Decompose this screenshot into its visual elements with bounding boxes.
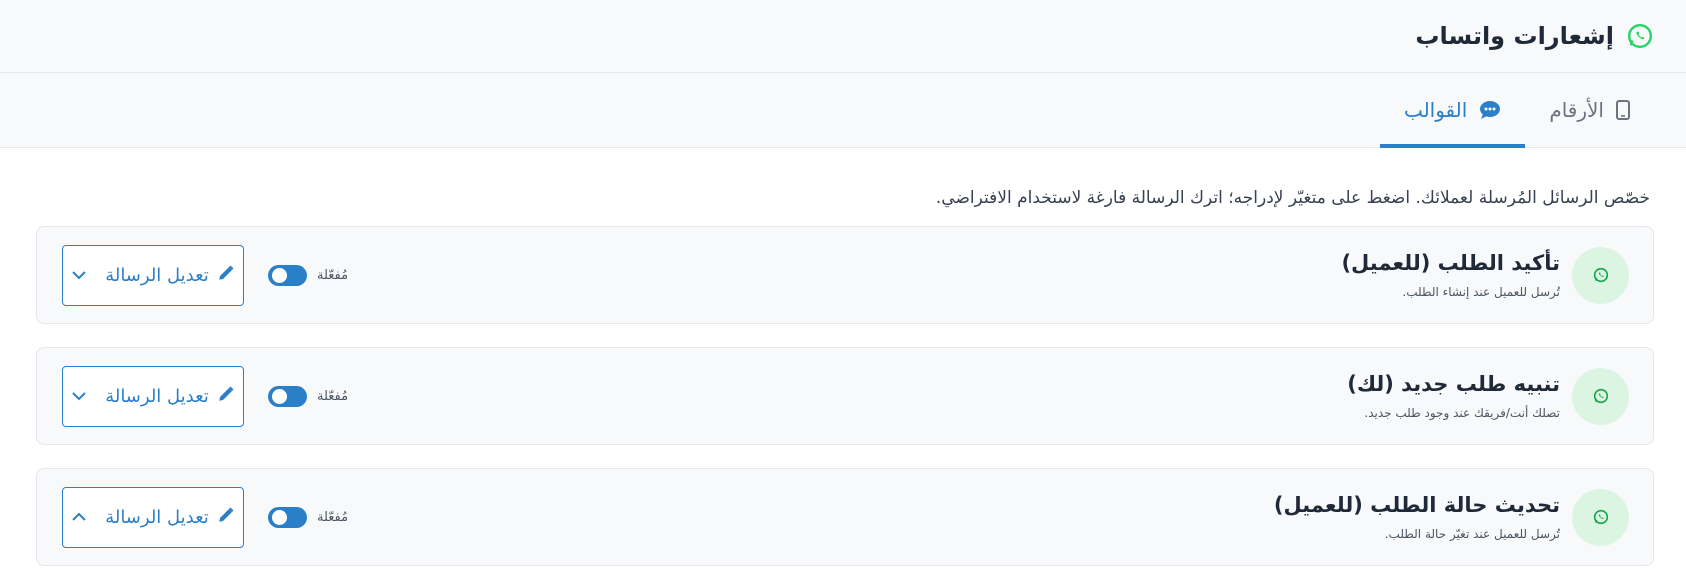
card-title: تحديث حالة الطلب (للعميل) xyxy=(1273,493,1560,517)
page: إشعارات واتساب الأرقام القوالب خصّص الرس… xyxy=(0,0,1686,573)
edit-button-label: تعديل الرسالة xyxy=(105,385,209,407)
card-subtitle: تُرسل للعميل عند تغيّر حالة الطلب. xyxy=(1384,527,1560,541)
template-card-new-order-alert: تنبيه طلب جديد (لك) تصلك أنت/فريقك عند و… xyxy=(36,347,1654,445)
card-subtitle: تصلك أنت/فريقك عند وجود طلب جديد. xyxy=(1364,406,1560,420)
chevron-down-icon xyxy=(71,391,87,401)
card-subtitle: تُرسل للعميل عند إنشاء الطلب. xyxy=(1402,285,1560,299)
mobile-icon xyxy=(1616,100,1630,120)
card-text: تنبيه طلب جديد (لك) تصلك أنت/فريقك عند و… xyxy=(348,372,1560,420)
edit-message-button[interactable]: تعديل الرسالة xyxy=(62,365,244,427)
card-text: تأكيد الطلب (للعميل) تُرسل للعميل عند إن… xyxy=(348,251,1560,299)
chat-bubble-icon xyxy=(1479,100,1501,120)
card-title: تأكيد الطلب (للعميل) xyxy=(1341,251,1560,275)
enable-toggle[interactable] xyxy=(268,385,307,407)
chevron-up-icon xyxy=(71,512,87,522)
pencil-icon xyxy=(217,264,235,287)
toggle-knob xyxy=(272,267,287,283)
edit-button-label: تعديل الرسالة xyxy=(105,506,209,528)
tab-label: القوالب xyxy=(1403,98,1468,122)
enable-toggle[interactable] xyxy=(268,506,307,528)
edit-message-button[interactable]: تعديل الرسالة xyxy=(62,244,244,306)
card-controls: مُفعّلة تعديل الرسالة xyxy=(62,486,349,548)
tab-templates[interactable]: القوالب xyxy=(1379,73,1526,148)
edit-message-button[interactable]: تعديل الرسالة xyxy=(62,486,244,548)
templates-panel: خصّص الرسائل المُرسلة لعملائك. اضغط على … xyxy=(0,148,1686,566)
card-controls: مُفعّلة تعديل الرسالة xyxy=(62,244,349,306)
toggle-knob xyxy=(272,509,287,525)
page-header: إشعارات واتساب xyxy=(0,0,1686,73)
enable-toggle[interactable] xyxy=(268,264,307,286)
status-toggle-group: مُفعّلة xyxy=(268,264,349,286)
card-text: تحديث حالة الطلب (للعميل) تُرسل للعميل ع… xyxy=(348,493,1560,541)
panel-description: خصّص الرسائل المُرسلة لعملائك. اضغط على … xyxy=(935,188,1650,208)
toggle-label: مُفعّلة xyxy=(317,267,349,283)
whatsapp-icon xyxy=(1572,246,1629,304)
toggle-label: مُفعّلة xyxy=(317,509,349,525)
whatsapp-icon xyxy=(1626,22,1654,50)
tab-label: الأرقام xyxy=(1549,98,1604,122)
edit-button-label: تعديل الرسالة xyxy=(105,264,209,286)
page-title: إشعارات واتساب xyxy=(1415,22,1614,50)
template-card-order-confirmation: تأكيد الطلب (للعميل) تُرسل للعميل عند إن… xyxy=(36,226,1654,324)
card-title: تنبيه طلب جديد (لك) xyxy=(1347,372,1560,396)
chevron-down-icon xyxy=(71,270,87,280)
pencil-icon xyxy=(217,506,235,529)
card-controls: مُفعّلة تعديل الرسالة xyxy=(62,365,349,427)
toggle-label: مُفعّلة xyxy=(317,388,349,404)
pencil-icon xyxy=(217,385,235,408)
whatsapp-icon xyxy=(1572,367,1629,425)
status-toggle-group: مُفعّلة xyxy=(268,506,349,528)
tab-numbers[interactable]: الأرقام xyxy=(1525,73,1654,147)
toggle-knob xyxy=(272,388,287,404)
whatsapp-icon xyxy=(1572,488,1629,546)
status-toggle-group: مُفعّلة xyxy=(268,385,349,407)
template-card-status-update: تحديث حالة الطلب (للعميل) تُرسل للعميل ع… xyxy=(36,468,1654,566)
tab-bar: الأرقام القوالب xyxy=(0,73,1686,148)
